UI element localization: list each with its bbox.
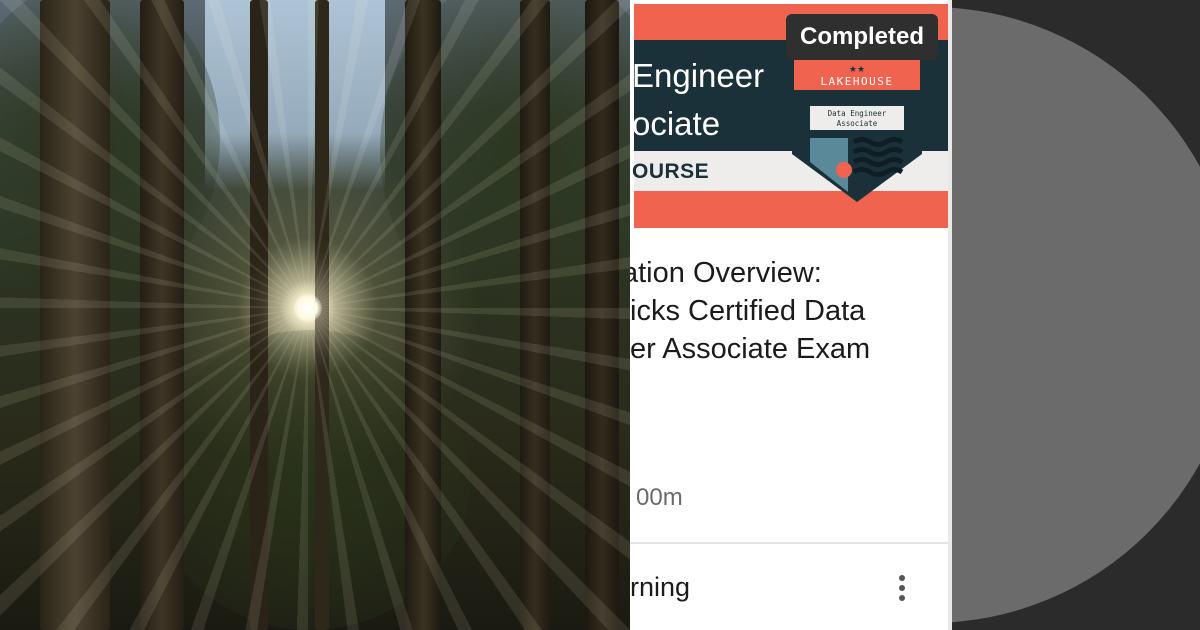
course-provider: rning [630,572,691,602]
course-duration: 00m [636,484,683,511]
badge-stars: ★★ [849,65,865,75]
decorative-panel [952,0,1200,630]
grey-circle-shape [952,7,1200,623]
thumbnail-kind-label: OURSE [632,160,710,183]
svg-text:Data Engineer: Data Engineer [828,109,887,118]
more-dot-icon [899,575,905,581]
forest-photo [0,0,630,630]
course-thumbnail[interactable]: Engineer ociate OURSE ★★ LAKEHOUSE Data … [630,0,948,228]
completed-status-badge: Completed [786,14,938,60]
more-dot-icon [899,595,905,601]
course-title[interactable]: ation Overview: icks Certified Data er A… [630,254,950,368]
course-card[interactable]: Engineer ociate OURSE ★★ LAKEHOUSE Data … [630,0,952,630]
sun [294,294,322,322]
certification-badge-icon: ★★ LAKEHOUSE Data Engineer Associate [792,42,922,202]
badge-brand: LAKEHOUSE [820,75,893,88]
more-dot-icon [899,585,905,591]
more-options-button[interactable] [892,568,912,608]
card-divider [630,542,948,544]
svg-text:Associate: Associate [837,119,878,128]
